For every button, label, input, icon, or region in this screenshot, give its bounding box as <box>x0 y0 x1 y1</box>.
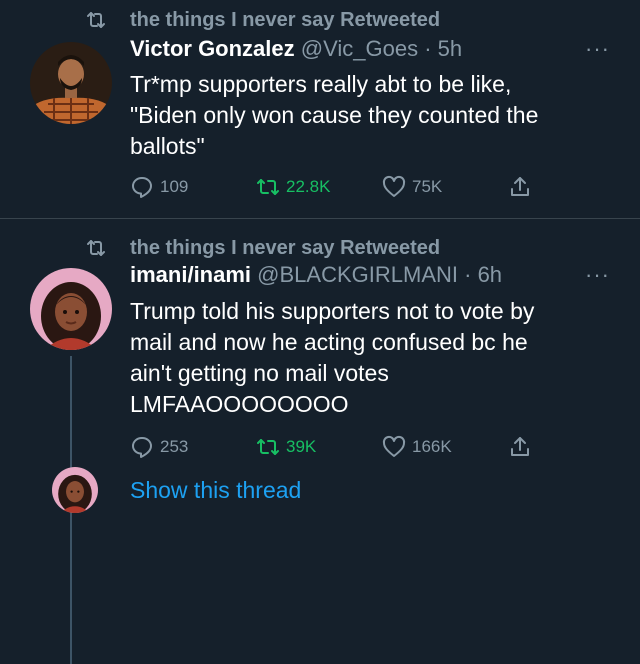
tweet-text: Trump told his supporters not to vote by… <box>130 298 535 417</box>
tweet-text: Tr*mp supporters really abt to be like, … <box>130 71 539 159</box>
heart-icon <box>382 435 406 457</box>
reply-button[interactable]: 253 <box>130 435 256 459</box>
heart-icon <box>382 175 406 197</box>
user-handle[interactable]: @Vic_Goes <box>301 36 418 61</box>
tweet-1[interactable]: the things I never say Retweeted Victor … <box>0 0 640 219</box>
retweet-count: 22.8K <box>286 177 331 196</box>
retweet-icon <box>87 12 105 28</box>
more-icon[interactable]: ··· <box>585 36 610 62</box>
more-icon[interactable]: ··· <box>585 262 610 288</box>
share-icon <box>511 437 529 456</box>
retweet-icon <box>257 439 279 455</box>
retweet-button[interactable]: 39K <box>256 435 382 459</box>
tweet-actions: 109 22.8K 75K <box>130 175 550 199</box>
tweet-header: imani/inami @BLACKGIRLMANI · 6h <box>130 262 502 288</box>
retweet-icon <box>257 179 279 195</box>
thread-avatar[interactable] <box>52 467 98 513</box>
avatar[interactable] <box>30 268 112 350</box>
avatar-illustration <box>30 268 112 350</box>
retweet-button[interactable]: 22.8K <box>256 175 382 199</box>
tweet-actions: 253 39K 166K <box>130 435 550 459</box>
user-handle[interactable]: @BLACKGIRLMANI <box>257 262 458 287</box>
like-count: 166K <box>412 437 452 456</box>
display-name[interactable]: imani/inami <box>130 262 251 287</box>
retweet-label: the things I never say Retweeted <box>130 236 441 259</box>
retweet-icon <box>87 240 105 256</box>
retweet-label: the things I never say Retweeted <box>130 8 441 31</box>
like-count: 75K <box>412 177 443 196</box>
avatar[interactable] <box>30 42 112 124</box>
avatar-photo <box>30 42 112 124</box>
like-button[interactable]: 75K <box>382 175 508 199</box>
share-button[interactable] <box>508 435 538 459</box>
retweet-context[interactable]: the things I never say Retweeted <box>84 236 440 260</box>
reply-icon <box>132 437 152 458</box>
reply-button[interactable]: 109 <box>130 175 256 199</box>
display-name[interactable]: Victor Gonzalez <box>130 36 295 61</box>
tweet-2[interactable]: the things I never say Retweeted imani/i… <box>0 219 640 664</box>
reply-count: 253 <box>160 437 189 456</box>
like-button[interactable]: 166K <box>382 435 508 459</box>
timestamp[interactable]: · 5h <box>424 36 462 61</box>
share-icon <box>511 177 529 196</box>
retweet-count: 39K <box>286 437 317 456</box>
timestamp[interactable]: · 6h <box>464 262 502 287</box>
tweet-header: Victor Gonzalez @Vic_Goes · 5h <box>130 36 462 62</box>
share-button[interactable] <box>508 175 538 199</box>
show-thread-link[interactable]: Show this thread <box>130 477 301 504</box>
reply-count: 109 <box>160 177 189 196</box>
avatar-illustration <box>52 467 98 513</box>
reply-icon <box>132 177 152 198</box>
retweet-context[interactable]: the things I never say Retweeted <box>84 8 440 32</box>
